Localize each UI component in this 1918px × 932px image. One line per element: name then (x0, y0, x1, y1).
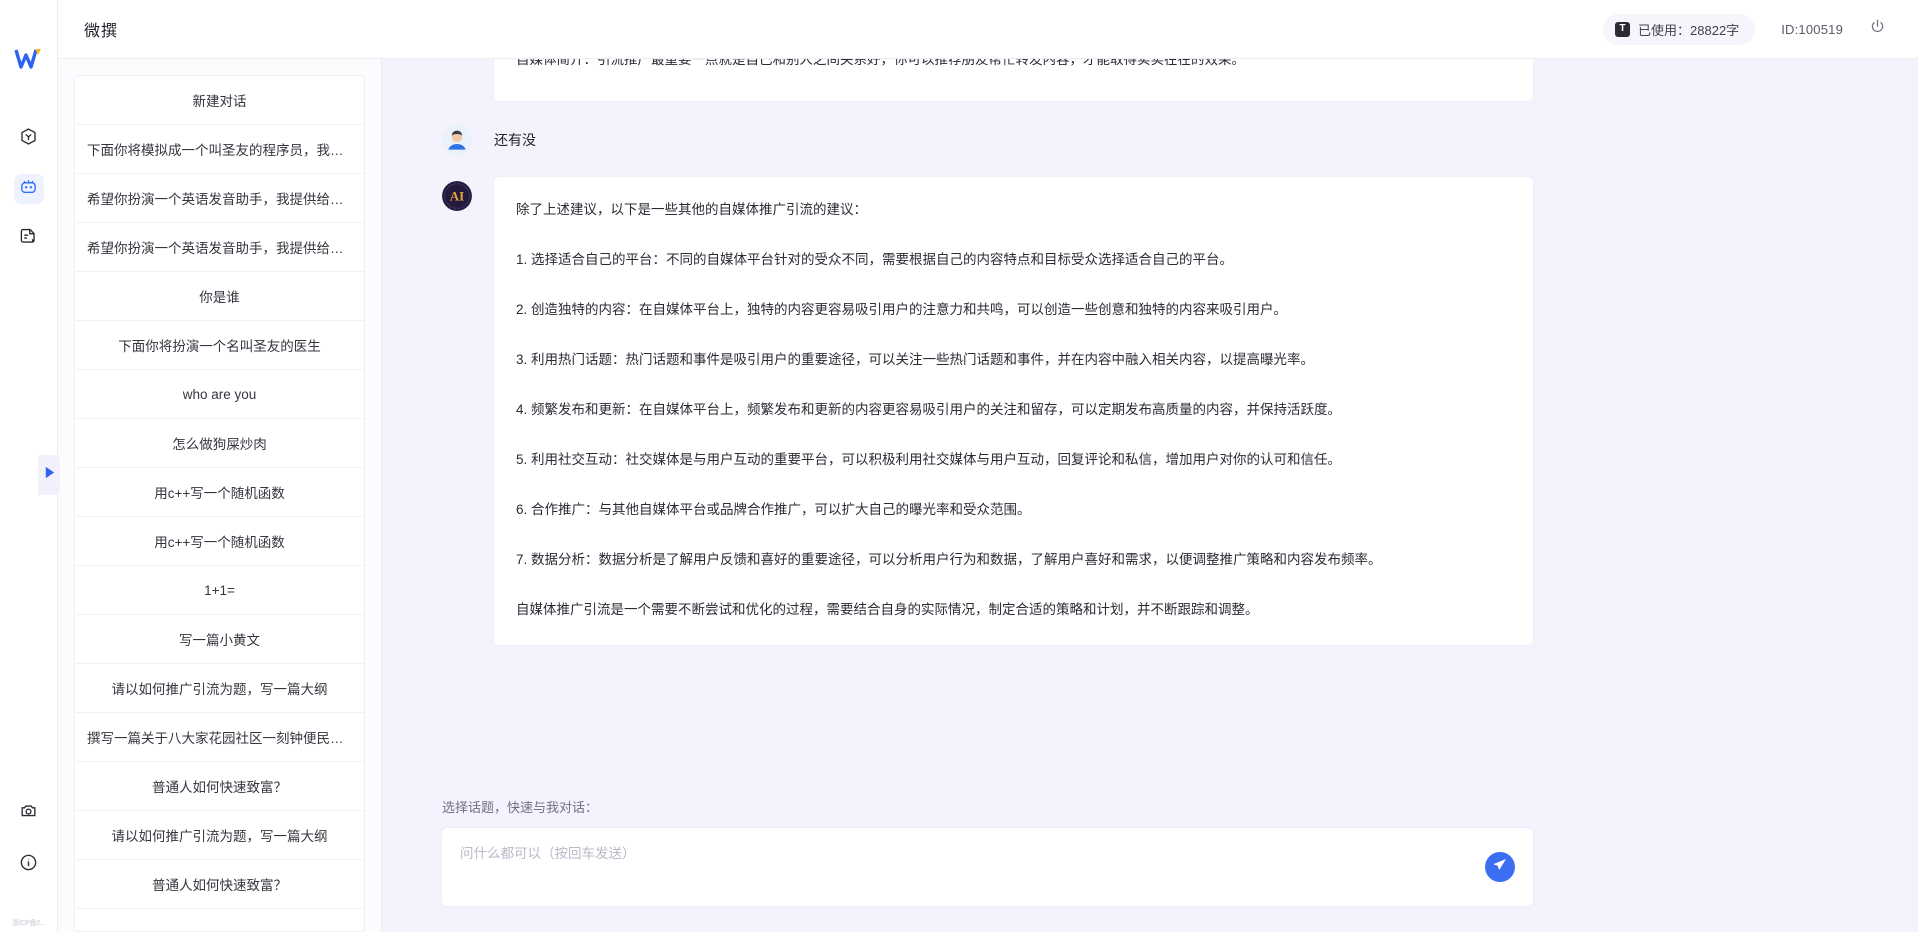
conversation-label: 请以如何推广引流为题，写一篇大纲 (111, 829, 328, 844)
chat-area: 自媒体简介：引流推广最重要一点就是自己和别人之间关系好，你可以推荐朋友帮忙转发内… (382, 59, 1918, 932)
conversation-label: 1+1= (204, 582, 235, 598)
rail-bottom-group (0, 798, 57, 880)
ai-paragraph: 6. 合作推广：与其他自媒体平台或品牌合作推广，可以扩大自己的曝光率和受众范围。 (516, 502, 1031, 517)
list-item[interactable]: who are you (75, 370, 364, 419)
rail-item-cube[interactable] (14, 124, 44, 154)
conversation-label: 写一篇小黄文 (179, 633, 260, 648)
user-id-label: ID:100519 (1781, 21, 1843, 37)
message-input-box[interactable]: 问什么都可以（按回车发送） (442, 828, 1533, 906)
list-item[interactable]: 你是谁 (75, 272, 364, 321)
user-message: 还有没 (442, 121, 1533, 155)
list-item[interactable]: 撰写一篇关于八大家花园社区一刻钟便民生... (75, 713, 364, 762)
sidebar-collapse-toggle[interactable] (38, 455, 60, 495)
conversation-label: 你是谁 (199, 290, 240, 305)
list-item[interactable]: 希望你扮演一个英语发音助手，我提供给你... (75, 223, 364, 272)
ai-paragraph: 4. 频繁发布和更新：在自媒体平台上，频繁发布和更新的内容更容易吸引用户的关注和… (516, 402, 1342, 417)
w-logo-icon (12, 44, 46, 74)
rail-item-info[interactable] (14, 850, 44, 880)
composer-label: 选择话题，快速与我对话： (442, 800, 599, 815)
list-item[interactable]: 希望你扮演一个英语发音助手，我提供给你... (75, 174, 364, 223)
ai-paragraph: 除了上述建议，以下是一些其他的自媒体推广引流的建议： (516, 202, 867, 217)
list-item[interactable]: 请以如何推广引流为题，写一篇大纲 (75, 664, 364, 713)
list-item[interactable]: 下面你将模拟成一个叫圣友的程序员，我说... (75, 125, 364, 174)
message-scroll-region[interactable]: 自媒体简介：引流推广最重要一点就是自己和别人之间关系好，你可以推荐朋友帮忙转发内… (382, 59, 1918, 787)
list-item[interactable]: 1+1= (75, 566, 364, 615)
user-avatar-icon (442, 125, 472, 155)
rail-item-settings[interactable] (14, 798, 44, 828)
send-icon (1492, 857, 1508, 878)
new-conversation-button[interactable]: 新建对话 (75, 76, 364, 125)
ai-avatar-icon: AI (442, 181, 472, 211)
conversation-label: who are you (182, 386, 257, 402)
icp-footer-text: 浙ICP备2... (12, 920, 45, 927)
rail-item-chatbot[interactable] (13, 174, 44, 204)
list-item[interactable]: 下面你将扮演一个名叫圣友的医生 (75, 321, 364, 370)
ai-paragraph: 2. 创造独特的内容：在自媒体平台上，独特的内容更容易吸引用户的注意力和共鸣，可… (516, 302, 1288, 317)
previous-message-clipped: 自媒体简介：引流推广最重要一点就是自己和别人之间关系好，你可以推荐朋友帮忙转发内… (494, 59, 1533, 101)
message-list: 自媒体简介：引流推广最重要一点就是自己和别人之间关系好，你可以推荐朋友帮忙转发内… (382, 59, 1918, 645)
rail-item-document-edit[interactable] (14, 224, 44, 254)
conversation-label: 下面你将模拟成一个叫圣友的程序员，我说... (87, 143, 352, 158)
conversation-sidebar: 新建对话 下面你将模拟成一个叫圣友的程序员，我说... 希望你扮演一个英语发音助… (58, 59, 382, 932)
app-root: 浙ICP备2... 微撰 T 已使用：28822字 ID:100519 新建对话… (0, 0, 1918, 932)
ai-message: AI 除了上述建议，以下是一些其他的自媒体推广引流的建议： 1. 选择适合自己的… (442, 177, 1533, 645)
power-icon (1869, 18, 1886, 40)
list-item[interactable]: 普通人如何快速致富？ (75, 860, 364, 909)
usage-label: 已使用：28822字 (1638, 22, 1740, 38)
conversation-label: 用c++写一个随机函数 (154, 535, 285, 550)
list-item[interactable]: 写一篇小黄文 (75, 615, 364, 664)
conversation-label: 撰写一篇关于八大家花园社区一刻钟便民生... (87, 731, 352, 746)
text-count-icon: T (1615, 21, 1631, 37)
user-message-text: 还有没 (494, 132, 536, 148)
body-area: 新建对话 下面你将模拟成一个叫圣友的程序员，我说... 希望你扮演一个英语发音助… (58, 59, 1918, 932)
conversation-label: 下面你将扮演一个名叫圣友的医生 (118, 339, 321, 354)
top-bar: 微撰 T 已使用：28822字 ID:100519 (58, 0, 1918, 59)
usage-badge[interactable]: T 已使用：28822字 (1603, 13, 1756, 45)
list-item[interactable]: 普通人如何快速致富？ (75, 762, 364, 811)
cube-icon (19, 127, 38, 151)
ai-paragraph: 自媒体推广引流是一个需要不断尝试和优化的过程，需要结合自身的实际情况，制定合适的… (516, 602, 1259, 617)
settings-camera-icon (19, 801, 38, 825)
ai-paragraph: 3. 利用热门话题：热门话题和事件是吸引用户的重要途径，可以关注一些热门话题和事… (516, 352, 1315, 367)
list-item[interactable]: 用c++写一个随机函数 (75, 468, 364, 517)
composer: 选择话题，快速与我对话： 问什么都可以（按回车发送） (382, 787, 1918, 932)
app-title: 微撰 (84, 23, 119, 40)
conversation-label: 用c++写一个随机函数 (154, 486, 285, 501)
ai-paragraph: 1. 选择适合自己的平台：不同的自媒体平台针对的受众不同，需要根据自己的内容特点… (516, 252, 1234, 267)
ai-paragraph: 7. 数据分析：数据分析是了解用户反馈和喜好的重要途径，可以分析用户行为和数据，… (516, 552, 1382, 567)
robot-icon (19, 177, 38, 201)
ai-paragraph: 5. 利用社交互动：社交媒体是与用户互动的重要平台，可以积极利用社交媒体与用户互… (516, 452, 1342, 467)
previous-message-text: 自媒体简介：引流推广最重要一点就是自己和别人之间关系好，你可以推荐朋友帮忙转发内… (516, 59, 1245, 67)
conversation-list: 新建对话 下面你将模拟成一个叫圣友的程序员，我说... 希望你扮演一个英语发音助… (74, 75, 365, 932)
play-arrow-icon (43, 465, 56, 485)
list-item[interactable]: 请以如何推广引流为题，写一篇大纲 (75, 811, 364, 860)
rail-nav (13, 124, 44, 254)
list-item[interactable]: 怎么做狗屎炒肉 (75, 419, 364, 468)
send-button[interactable] (1485, 852, 1515, 882)
power-button[interactable] (1869, 18, 1886, 40)
conversation-label: 请以如何推广引流为题，写一篇大纲 (111, 682, 328, 697)
main-column: 微撰 T 已使用：28822字 ID:100519 新建对话 下面你将模拟成一个… (58, 0, 1918, 932)
document-edit-icon (19, 227, 38, 251)
new-conversation-label: 新建对话 (192, 94, 247, 109)
svg-text:AI: AI (450, 189, 464, 204)
conversation-label: 希望你扮演一个英语发音助手，我提供给你... (87, 192, 352, 207)
user-message-bubble: 还有没 (494, 121, 536, 155)
message-input-placeholder: 问什么都可以（按回车发送） (460, 846, 636, 861)
topbar-right-group: T 已使用：28822字 ID:100519 (1603, 13, 1886, 45)
conversation-label: 普通人如何快速致富？ (152, 780, 287, 795)
conversation-label: 希望你扮演一个英语发音助手，我提供给你... (87, 241, 352, 256)
ai-message-bubble: 除了上述建议，以下是一些其他的自媒体推广引流的建议： 1. 选择适合自己的平台：… (494, 177, 1533, 645)
list-item[interactable]: 用c++写一个随机函数 (75, 517, 364, 566)
conversation-label: 普通人如何快速致富？ (152, 878, 287, 893)
info-icon (19, 853, 38, 877)
conversation-label: 怎么做狗屎炒肉 (172, 437, 267, 452)
